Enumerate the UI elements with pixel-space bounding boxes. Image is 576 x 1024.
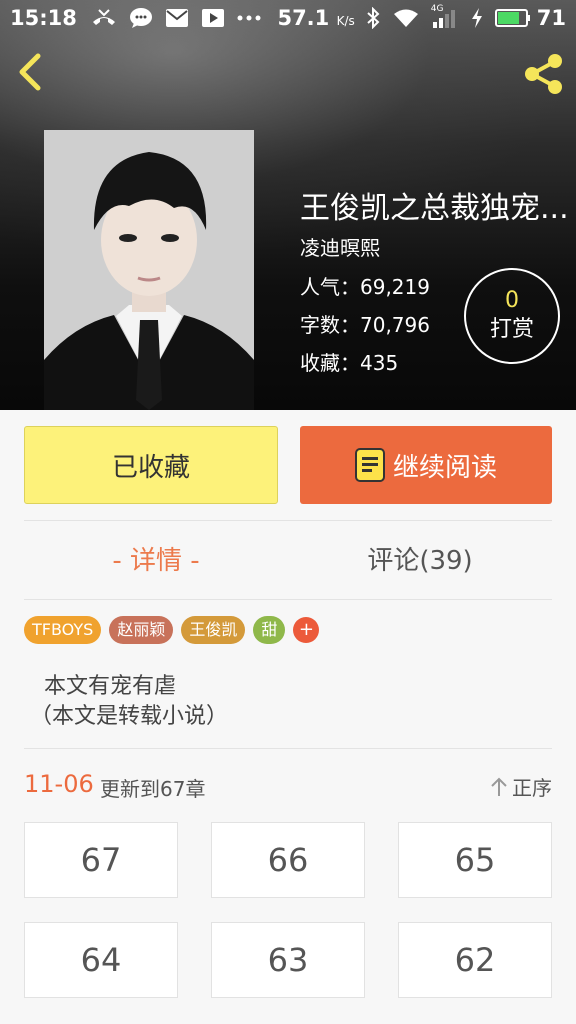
share-button[interactable]: [522, 52, 566, 96]
word-count-stat: 字数：70,796: [300, 313, 430, 337]
mail-icon: [165, 8, 189, 28]
divider: [24, 520, 552, 521]
share-icon: [525, 54, 562, 94]
tag-wang-junkai[interactable]: 王俊凯: [181, 616, 246, 644]
signal-icon: 4G: [431, 4, 459, 28]
battery-level: 71: [536, 6, 566, 30]
charging-icon: [471, 8, 483, 28]
reward-button[interactable]: 0 打赏: [464, 268, 560, 364]
book-header: 15:18 57.1 K/s 4G 71 王俊凯之总裁独宠... 凌迪暝熙 人气…: [0, 0, 576, 410]
wifi-icon: [393, 8, 419, 28]
battery-icon: [494, 8, 531, 28]
sort-order-label: 正序: [512, 776, 552, 800]
tag-tfboys[interactable]: TFBOYS: [24, 616, 102, 644]
book-icon: [354, 448, 385, 482]
video-icon: [201, 8, 225, 28]
add-tag-button[interactable]: +: [293, 617, 320, 643]
tag-list: TFBOYS 赵丽颖 王俊凯 甜 +: [24, 616, 320, 644]
status-time: 15:18: [10, 6, 77, 30]
missed-call-icon: [91, 8, 117, 28]
bluetooth-icon: [365, 7, 381, 29]
update-date: 11-06: [24, 770, 94, 798]
tag-zhao-liying[interactable]: 赵丽颖: [109, 616, 174, 644]
tab-comments[interactable]: 评论(39): [288, 540, 552, 577]
description-line-2: （本文是转载小说）: [30, 704, 229, 729]
description-line-1: 本文有宠有虐: [44, 674, 177, 699]
chat-icon: [129, 7, 153, 29]
reward-label: 打赏: [489, 317, 534, 342]
chapter-button[interactable]: 67: [24, 822, 178, 898]
back-button[interactable]: [12, 52, 52, 92]
more-dots-icon: [237, 14, 261, 22]
chapter-button[interactable]: 62: [398, 922, 552, 998]
continue-reading-button[interactable]: 继续阅读: [300, 426, 552, 504]
book-cover[interactable]: [44, 130, 254, 410]
network-speed: 57.1 K/s: [277, 6, 355, 30]
chevron-left-icon: [19, 53, 41, 91]
chapter-button[interactable]: 64: [24, 922, 178, 998]
tag-sweet[interactable]: 甜: [253, 616, 286, 644]
continue-reading-label: 继续阅读: [392, 452, 497, 483]
divider: [24, 599, 552, 600]
book-author[interactable]: 凌迪暝熙: [300, 232, 380, 261]
tab-detail[interactable]: - 详情 -: [24, 540, 288, 577]
divider: [24, 748, 552, 749]
cover-portrait-image: [44, 130, 254, 410]
favorited-label: 已收藏: [111, 452, 190, 483]
update-text: 更新到67章: [100, 777, 206, 801]
arrow-up-icon: [490, 777, 508, 797]
popularity-stat: 人气：69,219: [300, 275, 430, 299]
favorited-button[interactable]: 已收藏: [24, 426, 278, 504]
book-title: 王俊凯之总裁独宠...: [300, 191, 569, 226]
favorites-stat: 收藏：435: [300, 351, 399, 375]
chapter-button[interactable]: 63: [211, 922, 365, 998]
status-bar: 15:18 57.1 K/s 4G 71: [0, 0, 576, 36]
chapter-button[interactable]: 66: [211, 822, 365, 898]
chapter-button[interactable]: 65: [398, 822, 552, 898]
reward-count: 0: [505, 288, 519, 313]
sort-order-button[interactable]: 正序: [490, 772, 552, 801]
